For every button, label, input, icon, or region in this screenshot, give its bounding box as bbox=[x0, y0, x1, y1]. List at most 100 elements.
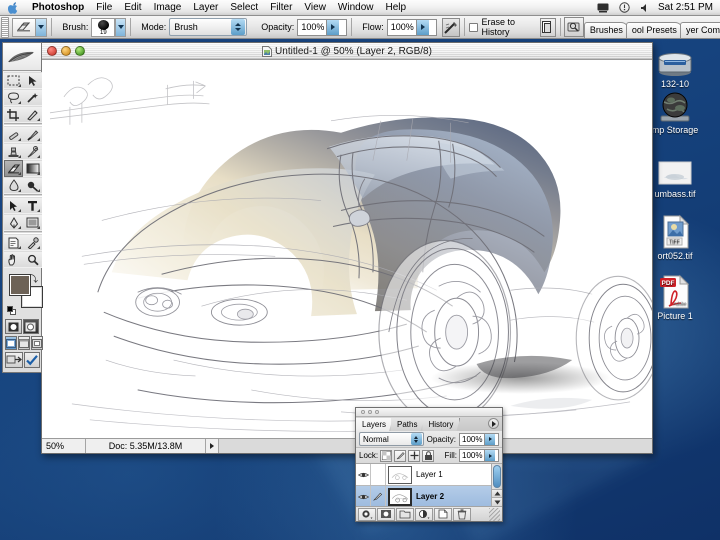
toolbox-header[interactable] bbox=[3, 43, 41, 71]
menu-image[interactable]: Image bbox=[148, 0, 188, 16]
eraser-tool[interactable] bbox=[4, 160, 23, 177]
fill-opacity-field[interactable]: 100% bbox=[459, 449, 499, 462]
mode-dropdown[interactable]: Brush bbox=[169, 18, 248, 36]
checkmark-button[interactable] bbox=[24, 352, 40, 368]
options-bar-grip[interactable] bbox=[1, 16, 10, 38]
opacity-slider-arrow-icon[interactable] bbox=[326, 19, 340, 35]
tab-history[interactable]: History bbox=[422, 418, 460, 431]
standard-mode-button[interactable] bbox=[5, 319, 22, 334]
tool-preset-picker[interactable] bbox=[12, 17, 48, 37]
menu-edit[interactable]: Edit bbox=[118, 0, 147, 16]
scroll-up-button[interactable] bbox=[492, 488, 502, 498]
layer-mask-button[interactable] bbox=[377, 507, 395, 521]
clone-stamp-tool[interactable] bbox=[4, 143, 23, 160]
layer-name[interactable]: Layer 2 bbox=[416, 492, 444, 501]
opacity-field[interactable]: 100% bbox=[297, 18, 348, 36]
brush-tool[interactable] bbox=[23, 126, 42, 143]
lock-all-button[interactable] bbox=[422, 449, 435, 462]
slice-tool[interactable] bbox=[23, 106, 42, 123]
volume-menu-extra[interactable] bbox=[635, 3, 655, 13]
default-colors-icon[interactable] bbox=[7, 306, 17, 316]
fullscreen-menubar-mode-button[interactable] bbox=[18, 336, 30, 350]
menu-window[interactable]: Window bbox=[332, 0, 380, 16]
magic-wand-tool[interactable] bbox=[23, 89, 42, 106]
menu-file[interactable]: File bbox=[90, 0, 118, 16]
menu-help[interactable]: Help bbox=[380, 0, 413, 16]
jump-to-imageready-button[interactable] bbox=[564, 17, 584, 37]
layer-thumbnail[interactable] bbox=[388, 487, 412, 506]
layer-edit-indicator[interactable] bbox=[371, 486, 386, 506]
display-menu-extra[interactable] bbox=[592, 3, 614, 13]
foreground-color-swatch[interactable] bbox=[9, 274, 31, 296]
menu-app-name[interactable]: Photoshop bbox=[26, 0, 90, 16]
scroll-down-button[interactable] bbox=[492, 497, 502, 506]
table-row[interactable]: Layer 2 bbox=[356, 486, 491, 506]
path-selection-tool[interactable] bbox=[4, 197, 23, 214]
jump-to-imageready-button[interactable] bbox=[5, 352, 23, 368]
document-canvas[interactable] bbox=[42, 60, 652, 438]
document-info[interactable]: Doc: 5.35M/13.8M bbox=[86, 439, 206, 453]
palette-drag-grip[interactable] bbox=[356, 408, 502, 417]
lock-position-button[interactable] bbox=[408, 449, 421, 462]
menu-view[interactable]: View bbox=[298, 0, 332, 16]
tab-paths[interactable]: Paths bbox=[391, 418, 424, 431]
document-title-bar[interactable]: Untitled-1 @ 50% (Layer 2, RGB/8) bbox=[42, 43, 652, 60]
erase-to-history-checkbox[interactable] bbox=[469, 22, 478, 32]
layer-thumbnail[interactable] bbox=[388, 465, 412, 484]
zoom-tool[interactable] bbox=[23, 251, 42, 268]
gradient-tool[interactable] bbox=[23, 160, 42, 177]
menu-bar-clock[interactable]: Sat 2:51 PM bbox=[655, 2, 720, 13]
menu-select[interactable]: Select bbox=[224, 0, 264, 16]
blur-tool[interactable] bbox=[4, 177, 23, 194]
mode-stepper-icon[interactable] bbox=[231, 19, 246, 35]
scrollbar-thumb[interactable] bbox=[493, 465, 501, 488]
script-menu-extra[interactable] bbox=[614, 2, 635, 13]
palette-well-button[interactable] bbox=[539, 17, 556, 37]
layer-opacity-field[interactable]: 100% bbox=[459, 432, 499, 446]
lock-image-pixels-button[interactable] bbox=[394, 449, 407, 462]
type-tool[interactable] bbox=[23, 197, 42, 214]
layer-link-toggle[interactable] bbox=[371, 464, 386, 485]
notes-tool[interactable] bbox=[4, 234, 23, 251]
menu-layer[interactable]: Layer bbox=[187, 0, 224, 16]
fullscreen-mode-button[interactable] bbox=[31, 336, 43, 350]
document-proxy-icon[interactable] bbox=[262, 45, 273, 57]
hand-tool[interactable] bbox=[4, 251, 23, 268]
layer-visibility-toggle[interactable] bbox=[356, 464, 371, 485]
delete-layer-button[interactable] bbox=[453, 507, 471, 521]
marquee-tool[interactable] bbox=[4, 72, 23, 89]
layer-opacity-arrow-icon[interactable] bbox=[484, 433, 496, 445]
eyedropper-tool[interactable] bbox=[23, 234, 42, 251]
layers-scrollbar[interactable] bbox=[491, 464, 502, 506]
crop-tool[interactable] bbox=[4, 106, 23, 123]
fill-opacity-arrow-icon[interactable] bbox=[484, 450, 496, 461]
layer-name[interactable]: Layer 1 bbox=[416, 470, 443, 479]
dodge-tool[interactable] bbox=[23, 177, 42, 194]
lock-transparent-pixels-button[interactable] bbox=[380, 449, 393, 462]
table-row[interactable]: Layer 1 bbox=[356, 464, 491, 486]
standard-screen-mode-button[interactable] bbox=[5, 336, 17, 350]
blend-mode-stepper-icon[interactable] bbox=[410, 433, 422, 445]
flow-field[interactable]: 100% bbox=[386, 18, 437, 36]
blend-mode-dropdown[interactable]: Normal bbox=[359, 432, 424, 446]
adjustment-layer-button[interactable] bbox=[415, 507, 433, 521]
airbrush-toggle[interactable] bbox=[441, 17, 461, 37]
swap-colors-icon[interactable]: ⤵ bbox=[29, 272, 38, 285]
palette-menu-icon[interactable] bbox=[488, 418, 499, 429]
shape-tool[interactable] bbox=[23, 214, 42, 231]
menu-filter[interactable]: Filter bbox=[264, 0, 298, 16]
lasso-tool[interactable] bbox=[4, 89, 23, 106]
quick-mask-mode-button[interactable] bbox=[22, 319, 39, 334]
erase-to-history-group[interactable]: Erase to History bbox=[469, 17, 540, 38]
brush-picker-arrow-icon[interactable] bbox=[115, 17, 127, 37]
new-group-button[interactable] bbox=[396, 507, 414, 521]
tab-layers[interactable]: Layers bbox=[356, 418, 393, 431]
new-layer-button[interactable] bbox=[434, 507, 452, 521]
layer-style-button[interactable] bbox=[358, 507, 376, 521]
layer-visibility-toggle[interactable] bbox=[356, 486, 371, 506]
dock-tab-layer-comps[interactable]: yer Comps bbox=[679, 21, 720, 38]
status-popup-arrow-icon[interactable] bbox=[206, 439, 219, 453]
flow-slider-arrow-icon[interactable] bbox=[415, 19, 429, 35]
tool-preset-arrow-icon[interactable] bbox=[35, 18, 47, 36]
history-brush-tool[interactable] bbox=[23, 143, 42, 160]
